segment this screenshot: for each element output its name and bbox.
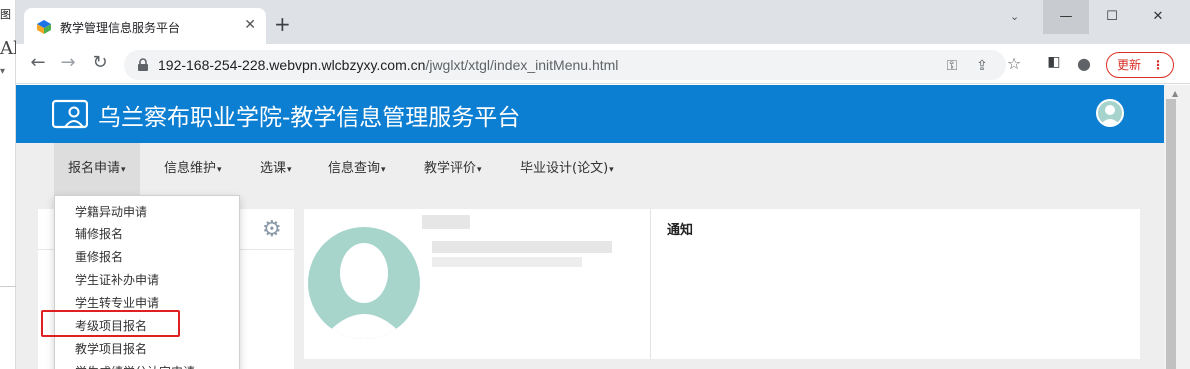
- share-icon[interactable]: ⇪: [974, 59, 990, 75]
- minimize-button[interactable]: —: [1043, 0, 1089, 34]
- caret-down-icon: ▾: [287, 165, 292, 175]
- site-favicon-icon: [37, 20, 51, 34]
- dropdown-item-minor-registration[interactable]: 辅修报名: [75, 223, 123, 245]
- menu-item-teaching-evaluation[interactable]: 教学评价▾: [410, 143, 496, 195]
- address-bar[interactable]: 192-168-254-228.webvpn.wlcbzyxy.com.cn/j…: [124, 50, 1006, 80]
- forward-button[interactable]: →: [56, 52, 80, 76]
- menu-item-label: 教学评价: [424, 161, 477, 176]
- menu-item-label: 信息查询: [328, 161, 381, 176]
- redacted-name: [422, 215, 470, 229]
- menu-item-label: 选课: [260, 161, 287, 176]
- tab-strip: 教学管理信息服务平台 ✕ + ⌄ — ☐ ✕: [16, 0, 1190, 44]
- dropdown-item-student-card-reissue[interactable]: 学生证补办申请: [75, 269, 159, 291]
- tab-search-icon[interactable]: ⌄: [1010, 10, 1019, 23]
- menu-item-graduation-design[interactable]: 毕业设计(论文)▾: [506, 143, 628, 195]
- menu-item-info-maintenance[interactable]: 信息维护▾: [150, 143, 236, 195]
- url-host: 192-168-254-228.webvpn.wlcbzyxy.com.cn: [158, 57, 426, 73]
- dropdown-item-retake-registration[interactable]: 重修报名: [75, 246, 123, 268]
- menu-dots-icon: ⋮: [1152, 58, 1164, 72]
- menu-item-label: 毕业设计(论文): [520, 161, 609, 176]
- site-title: 乌兰察布职业学院-教学信息管理服务平台: [98, 105, 521, 131]
- redacted-info: [432, 241, 612, 253]
- menu-item-registration[interactable]: 报名申请▾: [54, 143, 140, 195]
- password-key-icon[interactable]: ⚿: [944, 59, 960, 75]
- scroll-up-arrow-icon[interactable]: ▲: [1172, 89, 1178, 98]
- caret-down-icon: ▾: [477, 165, 482, 175]
- redacted-info: [432, 257, 582, 267]
- profile-avatar: [308, 227, 420, 339]
- reload-button[interactable]: ↻: [88, 52, 112, 76]
- caret-down-icon: ▾: [121, 165, 126, 175]
- update-button[interactable]: 更新 ⋮: [1106, 52, 1174, 78]
- browser-window: 教学管理信息服务平台 ✕ + ⌄ — ☐ ✕ ← → ↻ 192-168-254…: [16, 0, 1190, 369]
- site-header: 乌兰察布职业学院-教学信息管理服务平台: [16, 85, 1164, 143]
- dropdown-item-teaching-project-registration[interactable]: 教学项目报名: [75, 338, 147, 360]
- site-logo-icon: [52, 99, 88, 129]
- caret-down-icon: ▾: [381, 165, 386, 175]
- bookmark-star-icon[interactable]: ☆: [1006, 56, 1022, 73]
- notice-title: 通知: [667, 223, 694, 238]
- main-menu: 报名申请▾ 信息维护▾ 选课▾ 信息查询▾ 教学评价▾ 毕业设计(论文)▾: [16, 143, 1164, 195]
- back-button[interactable]: ←: [26, 52, 50, 76]
- url-text: 192-168-254-228.webvpn.wlcbzyxy.com.cn/j…: [158, 57, 618, 73]
- close-window-button[interactable]: ✕: [1135, 0, 1181, 34]
- menu-item-label: 信息维护: [164, 161, 217, 176]
- background-text: ▾: [0, 66, 6, 77]
- background-window: 图 Al ▾: [0, 0, 19, 369]
- page-viewport: 乌兰察布职业学院-教学信息管理服务平台 报名申请▾ 信息维护▾ 选课▾ 信息查询…: [16, 85, 1164, 369]
- caret-down-icon: ▾: [609, 165, 614, 175]
- tab-title: 教学管理信息服务平台: [60, 21, 181, 35]
- registration-dropdown-menu: 学籍异动申请 辅修报名 重修报名 学生证补办申请 学生转专业申请 考级项目报名 …: [54, 195, 240, 369]
- dropdown-item-credit-recognition[interactable]: 学生成绩学分认定申请: [75, 361, 195, 369]
- profile-icon[interactable]: ●: [1074, 54, 1094, 74]
- vertical-scrollbar[interactable]: ▲: [1164, 85, 1190, 369]
- dropdown-item-status-change[interactable]: 学籍异动申请: [75, 201, 147, 223]
- divider: [0, 286, 16, 287]
- caret-down-icon: ▾: [217, 165, 222, 175]
- tab-close-icon[interactable]: ✕: [244, 17, 256, 33]
- menu-item-course-selection[interactable]: 选课▾: [246, 143, 306, 195]
- update-button-label: 更新: [1117, 58, 1142, 72]
- url-path: /jwglxt/xtgl/index_initMenu.html: [425, 57, 619, 73]
- maximize-button[interactable]: ☐: [1089, 0, 1135, 34]
- lock-icon: [138, 58, 148, 71]
- user-silhouette-icon: [322, 243, 406, 339]
- side-panel-icon[interactable]: ◧: [1044, 54, 1064, 74]
- browser-toolbar: ← → ↻ 192-168-254-228.webvpn.wlcbzyxy.co…: [16, 44, 1190, 84]
- user-silhouette-icon: [1100, 105, 1120, 125]
- menu-item-label: 报名申请: [68, 161, 121, 176]
- new-tab-button[interactable]: +: [274, 14, 291, 34]
- highlight-annotation: [41, 310, 180, 337]
- menu-item-info-query[interactable]: 信息查询▾: [314, 143, 400, 195]
- profile-card: [304, 209, 650, 359]
- user-avatar[interactable]: [1096, 99, 1124, 127]
- gear-icon[interactable]: ⚙: [262, 217, 282, 242]
- background-text: 图: [0, 8, 11, 21]
- scrollbar-thumb[interactable]: [1166, 99, 1176, 369]
- browser-tab[interactable]: 教学管理信息服务平台 ✕: [24, 8, 266, 44]
- notice-panel: 通知: [650, 209, 1140, 359]
